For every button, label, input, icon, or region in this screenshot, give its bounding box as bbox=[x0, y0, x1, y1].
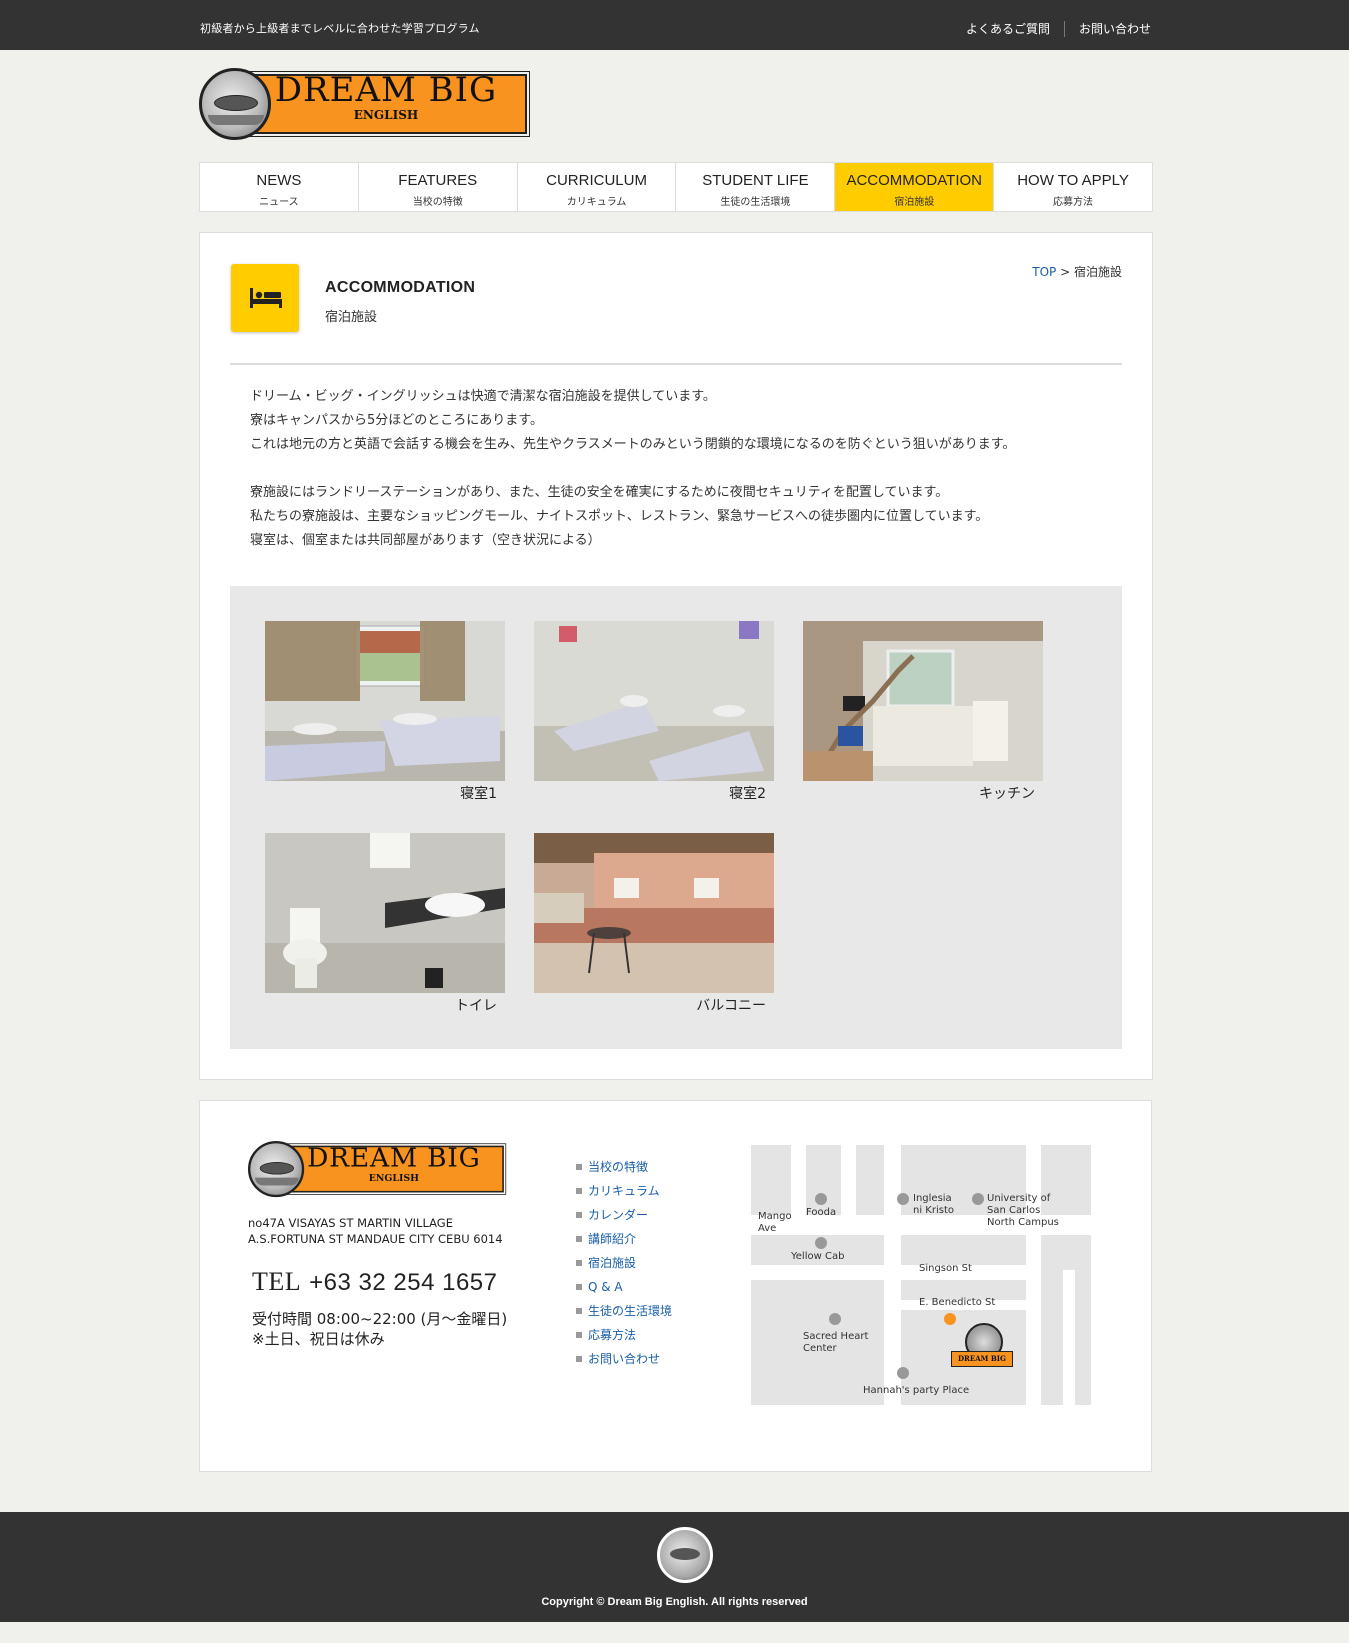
intro-line: ドリーム・ビッグ・イングリッシュは快適で清潔な宿泊施設を提供しています。 bbox=[250, 389, 716, 404]
top-bar: 初級者から上級者までレベルに合わせた学習プログラム よくあるご質問 お問い合わせ bbox=[0, 0, 1349, 50]
footer-logo[interactable]: DREAM BIG ENGLISH bbox=[248, 1141, 507, 1198]
map-pin bbox=[815, 1237, 827, 1249]
main-content: ACCOMMODATION 宿泊施設 TOP > 宿泊施設 ドリーム・ビッグ・イ… bbox=[199, 232, 1153, 1080]
map-label: Sacred Heart Center bbox=[803, 1331, 869, 1354]
faq-link[interactable]: よくあるご質問 bbox=[966, 20, 1050, 37]
divider bbox=[230, 363, 1122, 365]
logo-title: DREAM BIG bbox=[274, 70, 498, 110]
nav-item-how-to-apply[interactable]: HOW TO APPLY 応募方法 bbox=[994, 163, 1152, 211]
balcony-photo bbox=[534, 833, 774, 993]
footer-link-student-life[interactable]: 生徒の生活環境 bbox=[576, 1299, 672, 1323]
blimp-emblem-icon bbox=[657, 1527, 713, 1583]
intro-line: 寝室は、個室または共同部屋があります（空き状況による） bbox=[250, 533, 601, 548]
bed-icon bbox=[231, 264, 299, 332]
site-logo[interactable]: DREAM BIG ENGLISH bbox=[199, 68, 530, 140]
tel-label: TEL bbox=[252, 1267, 302, 1296]
nav-item-news[interactable]: NEWS ニュース bbox=[200, 163, 359, 211]
photo-caption: 寝室1 bbox=[460, 786, 497, 802]
kitchen-photo bbox=[803, 621, 1043, 781]
divider bbox=[1063, 20, 1065, 37]
location-map[interactable]: Mango Ave Fooda Inglesia ni Kristo Univers… bbox=[751, 1145, 1091, 1405]
blimp-emblem bbox=[248, 1141, 305, 1198]
breadcrumb-separator: > bbox=[1060, 265, 1071, 279]
map-label: Mango Ave bbox=[758, 1211, 792, 1234]
map-pin bbox=[897, 1193, 909, 1205]
nav-item-curriculum[interactable]: CURRICULUM カリキュラム bbox=[518, 163, 677, 211]
footer-link-curriculum[interactable]: カリキュラム bbox=[576, 1179, 672, 1203]
page-title: ACCOMMODATION bbox=[325, 279, 476, 296]
intro-line: これは地元の方と英語で会話する機会を生み、先生やクラスメートのみという閉鎖的な環… bbox=[250, 437, 1016, 452]
map-label: Hannah's party Place bbox=[863, 1385, 970, 1396]
intro-line: 寮はキャンパスから5分ほどのところにあります。 bbox=[250, 413, 543, 428]
footer-link-accommodation[interactable]: 宿泊施設 bbox=[576, 1251, 672, 1275]
contact-link[interactable]: お問い合わせ bbox=[1079, 20, 1151, 37]
footer-link-teachers[interactable]: 講師紹介 bbox=[576, 1227, 672, 1251]
map-pin bbox=[829, 1313, 841, 1325]
business-hours: 受付時間 08:00~22:00 (月～金曜日) ※土日、祝日は休み bbox=[252, 1310, 508, 1348]
main-nav: NEWS ニュース FEATURES 当校の特徴 CURRICULUM カリキュラム … bbox=[199, 162, 1153, 212]
map-label: Yellow Cab bbox=[791, 1251, 845, 1262]
bedroom-1-photo bbox=[265, 621, 505, 781]
gallery-item[interactable]: 寝室1 bbox=[265, 621, 505, 803]
nav-item-student-life[interactable]: STUDENT LIFE 生徒の生活環境 bbox=[676, 163, 836, 211]
page-subtitle: 宿泊施設 bbox=[325, 310, 378, 325]
blimp-emblem bbox=[199, 68, 271, 140]
logo-subtitle: ENGLISH bbox=[368, 1172, 419, 1184]
footer-links: 当校の特徴 カリキュラム カレンダー 講師紹介 宿泊施設 Q & A 生徒の生活… bbox=[576, 1155, 672, 1371]
breadcrumb: TOP > 宿泊施設 bbox=[1032, 263, 1122, 280]
intro-text: ドリーム・ビッグ・イングリッシュは快適で清潔な宿泊施設を提供しています。 寮はキ… bbox=[250, 385, 1015, 553]
footer-link-contact[interactable]: お問い合わせ bbox=[576, 1347, 672, 1371]
logo-subtitle: ENGLISH bbox=[353, 108, 419, 122]
gallery-item[interactable]: キッチン bbox=[803, 621, 1043, 803]
footer-info: DREAM BIG ENGLISH no47A VISAYAS ST MARTI… bbox=[199, 1100, 1152, 1472]
photo-caption: 寝室2 bbox=[729, 786, 766, 802]
breadcrumb-current: 宿泊施設 bbox=[1073, 265, 1122, 279]
address: no47A VISAYAS ST MARTIN VILLAGE A.S.FORT… bbox=[248, 1216, 503, 1246]
map-label: Fooda bbox=[806, 1207, 837, 1218]
footer-link-qa[interactable]: Q & A bbox=[576, 1275, 672, 1299]
bottom-bar: Copyright © Dream Big English. All right… bbox=[0, 1512, 1349, 1622]
copyright: Copyright © Dream Big English. All right… bbox=[541, 1596, 808, 1608]
photo-caption: トイレ bbox=[455, 998, 497, 1014]
nav-item-accommodation[interactable]: ACCOMMODATION 宿泊施設 bbox=[835, 163, 995, 211]
logo-title: DREAM BIG bbox=[307, 1142, 481, 1174]
map-pin bbox=[815, 1193, 827, 1205]
photo-caption: バルコニー bbox=[696, 998, 766, 1014]
intro-line: 寮施設にはランドリーステーションがあり、また、生徒の安全を確実にするために夜間セ… bbox=[250, 485, 949, 500]
footer-link-features[interactable]: 当校の特徴 bbox=[576, 1155, 672, 1179]
footer-link-how-to-apply[interactable]: 応募方法 bbox=[576, 1323, 672, 1347]
bedroom-2-photo bbox=[534, 621, 774, 781]
photo-caption: キッチン bbox=[979, 786, 1035, 802]
tagline: 初級者から上級者までレベルに合わせた学習プログラム bbox=[200, 22, 480, 35]
nav-item-features[interactable]: FEATURES 当校の特徴 bbox=[359, 163, 518, 211]
gallery-item[interactable]: トイレ bbox=[265, 833, 505, 1015]
map-pin bbox=[972, 1193, 984, 1205]
toilet-photo bbox=[265, 833, 505, 993]
gallery-item[interactable]: バルコニー bbox=[534, 833, 774, 1015]
gallery-item[interactable]: 寝室2 bbox=[534, 621, 774, 803]
map-label: E. Benedicto St bbox=[919, 1297, 996, 1308]
map-pin bbox=[897, 1367, 909, 1379]
phone-number: TEL +63 32 254 1657 bbox=[252, 1267, 498, 1296]
map-label: Inglesia ni Kristo bbox=[913, 1193, 954, 1216]
map-school-logo: DREAM BIG bbox=[951, 1323, 1013, 1371]
intro-line: 私たちの寮施設は、主要なショッピングモール、ナイトスポット、レストラン、緊急サー… bbox=[250, 509, 989, 524]
map-label: University of San Carlos North Campus bbox=[987, 1193, 1059, 1228]
photo-gallery: 寝室1 寝室2 キッチン トイレ バルコニー bbox=[230, 586, 1122, 1049]
footer-link-calendar[interactable]: カレンダー bbox=[576, 1203, 672, 1227]
top-links: よくあるご質問 お問い合わせ bbox=[966, 20, 1151, 37]
map-label: Singson St bbox=[919, 1263, 972, 1274]
breadcrumb-home-link[interactable]: TOP bbox=[1032, 265, 1056, 279]
